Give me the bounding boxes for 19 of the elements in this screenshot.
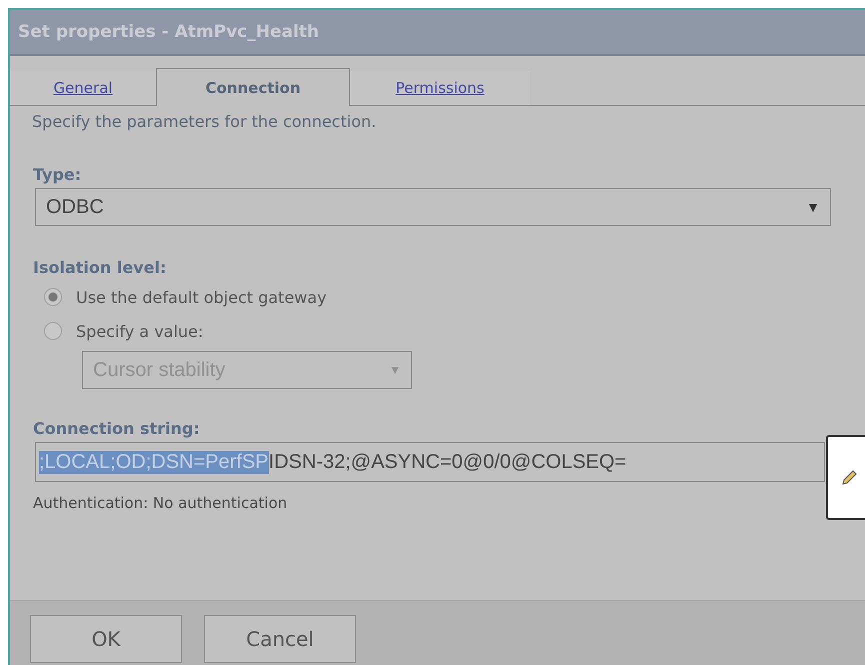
cancel-button[interactable]: Cancel bbox=[204, 615, 356, 663]
field-label: Connection string: bbox=[33, 419, 201, 438]
radio-label[interactable]: Use the default object gateway bbox=[76, 288, 327, 306]
tab[interactable]: Permissions bbox=[350, 71, 530, 106]
field-label: Isolation level: bbox=[33, 258, 168, 277]
radio-button[interactable] bbox=[44, 288, 62, 306]
description-text: Specify the parameters for the connection. bbox=[32, 112, 378, 131]
tab[interactable]: General bbox=[10, 71, 156, 106]
type-dropdown[interactable]: ODBC ▼ bbox=[35, 188, 831, 226]
radio-button[interactable] bbox=[44, 322, 62, 340]
pencil-icon bbox=[840, 468, 858, 486]
edit-button[interactable] bbox=[826, 435, 865, 520]
tab[interactable]: Connection bbox=[156, 68, 350, 106]
connection-string-field[interactable]: ;LOCAL;OD;DSN=PerfSPIDSN-32;@ASYNC=0@0/0@COLSEQ= bbox=[35, 442, 825, 482]
window-title: Set properties - AtmPvc_Health bbox=[18, 22, 320, 42]
authentication-text: Authentication: No authentication bbox=[33, 494, 288, 512]
field-label: Type: bbox=[33, 165, 82, 184]
ok-button[interactable]: OK bbox=[30, 615, 182, 663]
radio-label[interactable]: Specify a value: bbox=[76, 322, 204, 340]
